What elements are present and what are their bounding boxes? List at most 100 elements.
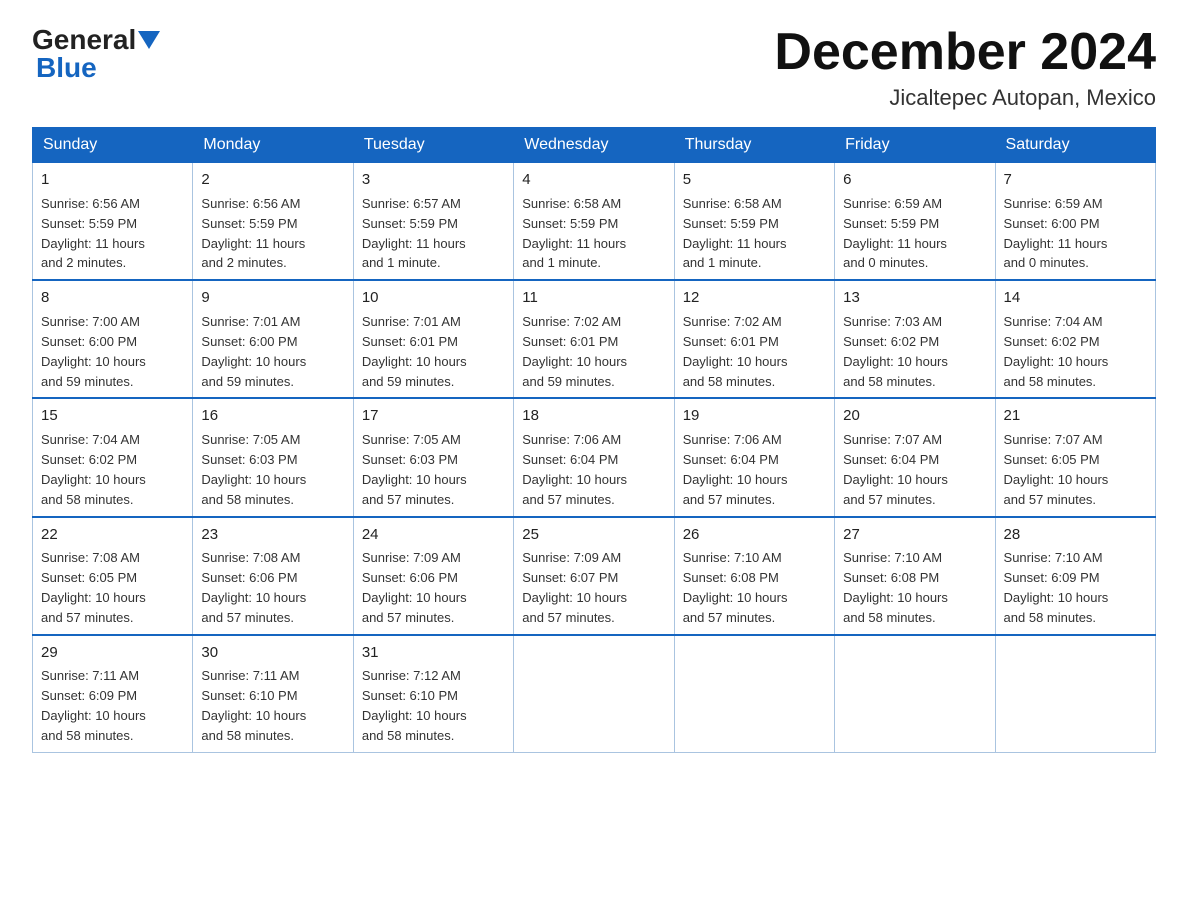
day-cell: 22 Sunrise: 7:08 AMSunset: 6:05 PMDayligh… — [33, 517, 193, 635]
day-info: Sunrise: 7:00 AMSunset: 6:00 PMDaylight:… — [41, 314, 146, 389]
day-info: Sunrise: 7:11 AMSunset: 6:10 PMDaylight:… — [201, 668, 306, 743]
calendar-table: SundayMondayTuesdayWednesdayThursdayFrid… — [32, 127, 1156, 753]
day-cell — [835, 635, 995, 753]
day-info: Sunrise: 7:12 AMSunset: 6:10 PMDaylight:… — [362, 668, 467, 743]
day-number: 25 — [522, 524, 665, 546]
day-number: 12 — [683, 287, 826, 309]
day-number: 22 — [41, 524, 184, 546]
week-row-1: 1 Sunrise: 6:56 AMSunset: 5:59 PMDaylight… — [33, 163, 1156, 281]
day-cell: 17 Sunrise: 7:05 AMSunset: 6:03 PMDayligh… — [353, 398, 513, 516]
logo-triangle-icon — [138, 31, 160, 53]
day-cell: 10 Sunrise: 7:01 AMSunset: 6:01 PMDayligh… — [353, 280, 513, 398]
day-cell: 31 Sunrise: 7:12 AMSunset: 6:10 PMDayligh… — [353, 635, 513, 753]
day-cell: 28 Sunrise: 7:10 AMSunset: 6:09 PMDayligh… — [995, 517, 1155, 635]
day-number: 29 — [41, 642, 184, 664]
day-number: 15 — [41, 405, 184, 427]
day-number: 21 — [1004, 405, 1147, 427]
day-cell: 12Sunrise: 7:02 AMSunset: 6:01 PMDayligh… — [674, 280, 834, 398]
day-number: 30 — [201, 642, 344, 664]
day-info: Sunrise: 7:06 AMSunset: 6:04 PMDaylight:… — [522, 432, 627, 507]
day-cell: 5 Sunrise: 6:58 AMSunset: 5:59 PMDaylight… — [674, 163, 834, 281]
day-cell: 16Sunrise: 7:05 AMSunset: 6:03 PMDayligh… — [193, 398, 353, 516]
day-info: Sunrise: 6:58 AMSunset: 5:59 PMDaylight:… — [522, 196, 626, 271]
day-info: Sunrise: 7:01 AMSunset: 6:00 PMDaylight:… — [201, 314, 306, 389]
day-cell: 19 Sunrise: 7:06 AMSunset: 6:04 PMDayligh… — [674, 398, 834, 516]
day-info: Sunrise: 7:07 AMSunset: 6:05 PMDaylight:… — [1004, 432, 1109, 507]
day-number: 19 — [683, 405, 826, 427]
day-number: 24 — [362, 524, 505, 546]
day-number: 27 — [843, 524, 986, 546]
header-wednesday: Wednesday — [514, 128, 674, 163]
week-row-3: 15 Sunrise: 7:04 AMSunset: 6:02 PMDayligh… — [33, 398, 1156, 516]
day-info: Sunrise: 7:08 AMSunset: 6:05 PMDaylight:… — [41, 550, 146, 625]
day-number: 9 — [201, 287, 344, 309]
header-thursday: Thursday — [674, 128, 834, 163]
day-info: Sunrise: 6:57 AMSunset: 5:59 PMDaylight:… — [362, 196, 466, 271]
day-number: 11 — [522, 287, 665, 309]
day-info: Sunrise: 7:10 AMSunset: 6:08 PMDaylight:… — [683, 550, 788, 625]
day-info: Sunrise: 6:58 AMSunset: 5:59 PMDaylight:… — [683, 196, 787, 271]
day-info: Sunrise: 7:04 AMSunset: 6:02 PMDaylight:… — [1004, 314, 1109, 389]
day-info: Sunrise: 7:08 AMSunset: 6:06 PMDaylight:… — [201, 550, 306, 625]
day-cell: 8 Sunrise: 7:00 AMSunset: 6:00 PMDaylight… — [33, 280, 193, 398]
header-saturday: Saturday — [995, 128, 1155, 163]
day-cell: 15 Sunrise: 7:04 AMSunset: 6:02 PMDayligh… — [33, 398, 193, 516]
day-cell: 7Sunrise: 6:59 AMSunset: 6:00 PMDaylight… — [995, 163, 1155, 281]
day-cell: 11 Sunrise: 7:02 AMSunset: 6:01 PMDayligh… — [514, 280, 674, 398]
day-cell: 18 Sunrise: 7:06 AMSunset: 6:04 PMDayligh… — [514, 398, 674, 516]
week-row-2: 8 Sunrise: 7:00 AMSunset: 6:00 PMDaylight… — [33, 280, 1156, 398]
month-title: December 2024 — [774, 24, 1156, 81]
day-cell: 21 Sunrise: 7:07 AMSunset: 6:05 PMDayligh… — [995, 398, 1155, 516]
day-info: Sunrise: 7:04 AMSunset: 6:02 PMDaylight:… — [41, 432, 146, 507]
day-number: 3 — [362, 169, 505, 191]
day-info: Sunrise: 7:02 AMSunset: 6:01 PMDaylight:… — [522, 314, 627, 389]
day-info: Sunrise: 7:03 AMSunset: 6:02 PMDaylight:… — [843, 314, 948, 389]
week-row-4: 22 Sunrise: 7:08 AMSunset: 6:05 PMDayligh… — [33, 517, 1156, 635]
title-section: December 2024 Jicaltepec Autopan, Mexico — [774, 24, 1156, 111]
day-info: Sunrise: 7:10 AMSunset: 6:09 PMDaylight:… — [1004, 550, 1109, 625]
day-info: Sunrise: 7:11 AMSunset: 6:09 PMDaylight:… — [41, 668, 146, 743]
header-tuesday: Tuesday — [353, 128, 513, 163]
day-info: Sunrise: 7:06 AMSunset: 6:04 PMDaylight:… — [683, 432, 788, 507]
day-number: 26 — [683, 524, 826, 546]
day-number: 31 — [362, 642, 505, 664]
day-number: 7 — [1004, 169, 1147, 191]
day-number: 1 — [41, 169, 184, 191]
logo: General Blue — [32, 24, 160, 84]
day-info: Sunrise: 6:59 AMSunset: 5:59 PMDaylight:… — [843, 196, 947, 271]
day-cell: 4 Sunrise: 6:58 AMSunset: 5:59 PMDaylight… — [514, 163, 674, 281]
day-cell: 24Sunrise: 7:09 AMSunset: 6:06 PMDayligh… — [353, 517, 513, 635]
day-cell — [514, 635, 674, 753]
day-number: 17 — [362, 405, 505, 427]
day-cell: 23Sunrise: 7:08 AMSunset: 6:06 PMDayligh… — [193, 517, 353, 635]
day-cell: 20Sunrise: 7:07 AMSunset: 6:04 PMDayligh… — [835, 398, 995, 516]
day-number: 5 — [683, 169, 826, 191]
day-info: Sunrise: 7:10 AMSunset: 6:08 PMDaylight:… — [843, 550, 948, 625]
day-cell: 9 Sunrise: 7:01 AMSunset: 6:00 PMDaylight… — [193, 280, 353, 398]
day-info: Sunrise: 7:01 AMSunset: 6:01 PMDaylight:… — [362, 314, 467, 389]
week-row-5: 29 Sunrise: 7:11 AMSunset: 6:09 PMDayligh… — [33, 635, 1156, 753]
day-number: 18 — [522, 405, 665, 427]
day-info: Sunrise: 7:07 AMSunset: 6:04 PMDaylight:… — [843, 432, 948, 507]
day-number: 6 — [843, 169, 986, 191]
day-cell: 27 Sunrise: 7:10 AMSunset: 6:08 PMDayligh… — [835, 517, 995, 635]
day-number: 13 — [843, 287, 986, 309]
day-info: Sunrise: 6:56 AMSunset: 5:59 PMDaylight:… — [41, 196, 145, 271]
day-number: 2 — [201, 169, 344, 191]
day-number: 4 — [522, 169, 665, 191]
day-number: 10 — [362, 287, 505, 309]
day-info: Sunrise: 7:05 AMSunset: 6:03 PMDaylight:… — [201, 432, 306, 507]
day-cell — [995, 635, 1155, 753]
day-info: Sunrise: 6:56 AMSunset: 5:59 PMDaylight:… — [201, 196, 305, 271]
day-number: 14 — [1004, 287, 1147, 309]
page-header: General Blue December 2024 Jicaltepec Au… — [32, 24, 1156, 111]
header-sunday: Sunday — [33, 128, 193, 163]
day-cell: 3 Sunrise: 6:57 AMSunset: 5:59 PMDaylight… — [353, 163, 513, 281]
day-number: 28 — [1004, 524, 1147, 546]
day-number: 8 — [41, 287, 184, 309]
header-friday: Friday — [835, 128, 995, 163]
header-monday: Monday — [193, 128, 353, 163]
day-cell: 30 Sunrise: 7:11 AMSunset: 6:10 PMDayligh… — [193, 635, 353, 753]
day-cell — [674, 635, 834, 753]
day-info: Sunrise: 7:05 AMSunset: 6:03 PMDaylight:… — [362, 432, 467, 507]
